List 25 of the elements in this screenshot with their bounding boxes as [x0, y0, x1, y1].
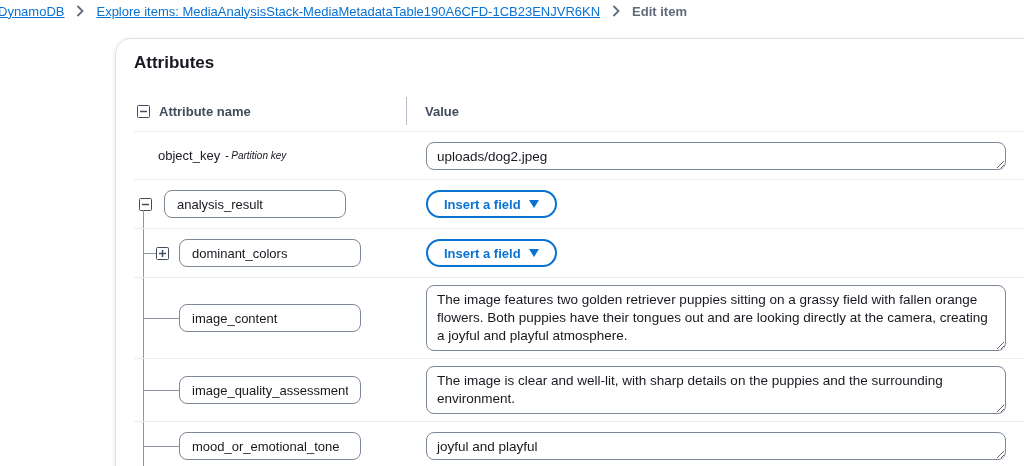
- insert-field-button[interactable]: Insert a field: [426, 239, 557, 267]
- collapse-all-icon[interactable]: [137, 104, 150, 118]
- current-page-label: Edit item: [632, 3, 687, 19]
- attribute-name-field[interactable]: image_quality_assessment: [179, 376, 361, 404]
- expand-icon[interactable]: [156, 246, 169, 260]
- attribute-name-field[interactable]: mood_or_emotional_tone: [179, 432, 361, 460]
- value-field[interactable]: The image features two golden retriever puppies sitting on a grassy field with fallen orange flowers. Both puppies have their tongues out and are looking directly at the camera, creating a joyful and playful atmosphere.: [426, 285, 1006, 351]
- column-header: Attribute name: [159, 103, 251, 119]
- attribute-name-field[interactable]: image_content: [179, 304, 361, 332]
- attribute-name-field[interactable]: analysis_result: [164, 190, 346, 218]
- collapse-icon[interactable]: [139, 197, 152, 211]
- attribute-name-field[interactable]: dominant_colors: [179, 239, 361, 267]
- value-field[interactable]: joyful and playful: [426, 432, 1006, 460]
- value-field[interactable]: The image is clear and well-lit, with sharp details on the puppies and the surrounding environment.: [426, 366, 1006, 414]
- column-header: Value: [425, 103, 459, 119]
- chevron-icon: [612, 5, 621, 17]
- insert-field-button[interactable]: Insert a field: [426, 190, 557, 218]
- attribute-name: object_key: [158, 148, 221, 163]
- chevron-icon: [76, 5, 85, 17]
- caret-icon: [528, 200, 539, 208]
- breadcrumb-link[interactable]: Explore items: MediaAnalysisStack-MediaMetadataTable190A6CFD-1CB23ENJVR6KN: [96, 3, 601, 19]
- caret-icon: [528, 249, 539, 257]
- panel-title: Attributes: [134, 53, 216, 73]
- key-type-label: - Partition key: [225, 150, 287, 161]
- value-field[interactable]: uploads/dog2.jpeg: [426, 141, 1006, 170]
